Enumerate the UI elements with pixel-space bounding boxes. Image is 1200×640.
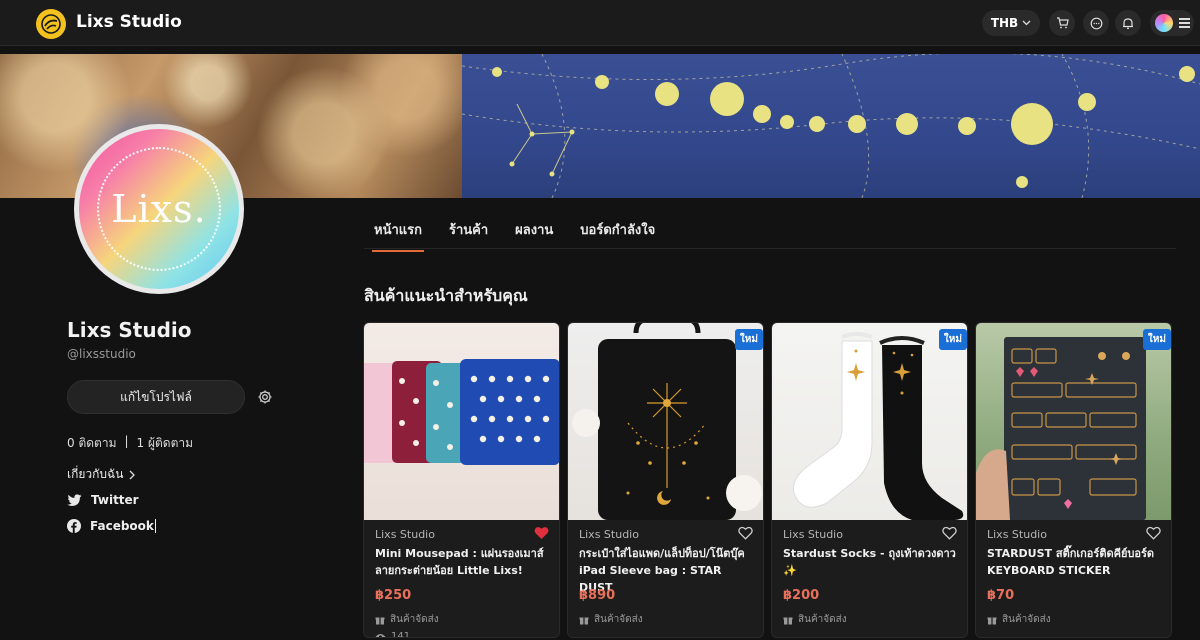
shipping-label: สินค้าจัดส่ง bbox=[390, 614, 439, 625]
facebook-link[interactable]: Facebook bbox=[67, 519, 156, 533]
facebook-label: Facebook bbox=[90, 519, 156, 533]
product-card[interactable]: ใหม่ Lixs Studio กระเป๋าใส่ไอแพด/แล็ปท็อ… bbox=[567, 322, 764, 638]
gift-box-icon bbox=[987, 617, 997, 624]
chat-icon bbox=[1090, 17, 1102, 29]
menu-icon bbox=[1179, 18, 1190, 28]
shipping-label: สินค้าจัดส่ง bbox=[1002, 614, 1051, 625]
gear-icon[interactable] bbox=[257, 389, 273, 405]
brand-name[interactable]: Lixs Studio bbox=[76, 12, 182, 32]
product-shop-name: Lixs Studio bbox=[783, 528, 843, 541]
product-image[interactable] bbox=[364, 323, 559, 520]
product-title[interactable]: Stardust Socks - ถุงเท้าดวงดาว ✨ bbox=[783, 545, 961, 579]
shipping-info: สินค้าจัดส่ง bbox=[375, 612, 439, 627]
top-navbar: Lixs Studio THB bbox=[0, 0, 1200, 46]
banner-photo-right bbox=[462, 54, 1200, 198]
new-badge: ใหม่ bbox=[1142, 329, 1171, 350]
product-shop-name: Lixs Studio bbox=[987, 528, 1047, 541]
cart-icon bbox=[1056, 17, 1069, 29]
gift-box-icon bbox=[783, 617, 793, 624]
product-card[interactable]: Lixs Studio Mini Mousepad : แผ่นรองเมาส์… bbox=[363, 322, 560, 638]
edit-profile-button[interactable]: แก้ไขโปรไฟล์ bbox=[67, 380, 245, 414]
eye-icon bbox=[375, 633, 386, 637]
account-menu-button[interactable] bbox=[1150, 10, 1194, 36]
profile-logo-text: Lixs. bbox=[111, 187, 207, 231]
gift-box-icon bbox=[375, 617, 385, 624]
tabs-divider bbox=[364, 248, 1176, 249]
heart-outline-icon[interactable] bbox=[738, 526, 753, 540]
product-card[interactable]: ใหม่ Lixs Studio Stardust Socks - ถุงเท้… bbox=[771, 322, 968, 638]
product-image[interactable]: ใหม่ bbox=[772, 323, 967, 520]
section-title: สินค้าแนะนำสำหรับคุณ bbox=[364, 286, 528, 305]
product-shop-name: Lixs Studio bbox=[375, 528, 435, 541]
twitter-icon bbox=[67, 493, 82, 506]
heart-filled-icon[interactable] bbox=[534, 526, 549, 540]
currency-label: THB bbox=[990, 16, 1019, 30]
shipping-label: สินค้าจัดส่ง bbox=[798, 614, 847, 625]
brand-logo-icon[interactable] bbox=[36, 9, 66, 39]
twitter-label: Twitter bbox=[91, 493, 139, 507]
shipping-label: สินค้าจัดส่ง bbox=[594, 614, 643, 625]
following-count[interactable]: 0 ติดตาม bbox=[67, 434, 116, 453]
product-image[interactable]: ใหม่ bbox=[568, 323, 763, 520]
bell-icon bbox=[1123, 17, 1133, 29]
gift-box-icon bbox=[579, 617, 589, 624]
twitter-link[interactable]: Twitter bbox=[67, 493, 139, 507]
cart-button[interactable] bbox=[1049, 10, 1075, 36]
new-badge: ใหม่ bbox=[938, 329, 967, 350]
avatar bbox=[1155, 14, 1173, 32]
profile-avatar-logo: Lixs. bbox=[79, 129, 239, 289]
product-title[interactable]: STARDUST สติ๊กเกอร์ติดคีย์บอร์ด KEYBOARD… bbox=[987, 545, 1165, 579]
chevron-right-icon bbox=[129, 470, 136, 479]
follow-stats: 0 ติดตาม | 1 ผู้ติดตาม bbox=[67, 434, 193, 453]
shipping-info: สินค้าจัดส่ง bbox=[987, 612, 1051, 627]
chevron-down-icon bbox=[1022, 20, 1031, 26]
about-me-link[interactable]: เกี่ยวกับฉัน bbox=[67, 465, 136, 484]
product-price: ฿250 bbox=[375, 588, 412, 603]
view-count: 141 bbox=[375, 631, 411, 638]
heart-outline-icon[interactable] bbox=[942, 526, 957, 540]
currency-selector[interactable]: THB bbox=[982, 10, 1040, 36]
chat-button[interactable] bbox=[1083, 10, 1109, 36]
profile-avatar[interactable]: Lixs. bbox=[74, 124, 244, 294]
shipping-info: สินค้าจัดส่ง bbox=[783, 612, 847, 627]
about-me-label: เกี่ยวกับฉัน bbox=[67, 467, 124, 481]
product-price: ฿200 bbox=[783, 588, 820, 603]
followers-count[interactable]: 1 ผู้ติดตาม bbox=[137, 434, 194, 453]
profile-handle: @lixsstudio bbox=[67, 347, 136, 361]
view-count-value: 141 bbox=[391, 631, 411, 638]
profile-name: Lixs Studio bbox=[67, 318, 192, 342]
stats-separator: | bbox=[124, 434, 129, 448]
product-price: ฿70 bbox=[987, 588, 1015, 603]
product-price: ฿890 bbox=[579, 588, 616, 603]
notifications-button[interactable] bbox=[1115, 10, 1141, 36]
heart-outline-icon[interactable] bbox=[1146, 526, 1161, 540]
product-card[interactable]: ใหม่ Lixs Studio STARDUST สติ๊กเกอร์ติดค… bbox=[975, 322, 1172, 638]
product-title[interactable]: Mini Mousepad : แผ่นรองเมาส์ลายกระต่ายน้… bbox=[375, 545, 553, 579]
shipping-info: สินค้าจัดส่ง bbox=[579, 612, 643, 627]
facebook-icon bbox=[67, 519, 81, 533]
new-badge: ใหม่ bbox=[734, 329, 763, 350]
product-shop-name: Lixs Studio bbox=[579, 528, 639, 541]
product-image[interactable]: ใหม่ bbox=[976, 323, 1171, 520]
